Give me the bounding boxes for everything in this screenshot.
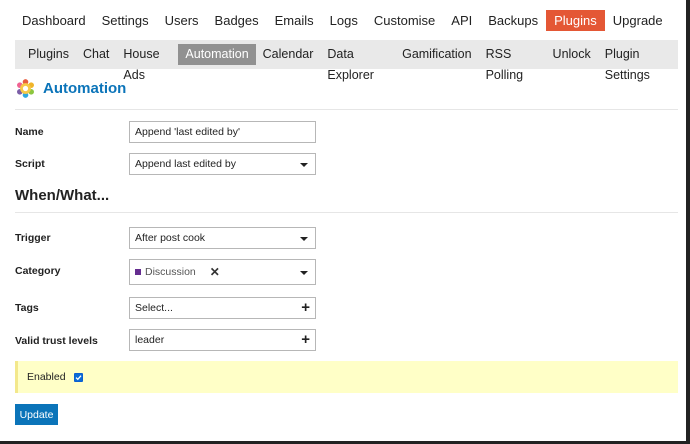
category-select[interactable]: Discussion ✕ — [129, 259, 316, 285]
checkmark-icon — [75, 374, 82, 380]
gear-icon — [17, 79, 34, 98]
update-button[interactable]: Update — [15, 404, 58, 425]
subnav-chat[interactable]: Chat — [76, 44, 116, 65]
trust-levels-label: Valid trust levels — [15, 335, 98, 347]
trust-levels-value: leader — [135, 334, 165, 346]
subnav-gamification[interactable]: Gamification — [395, 44, 478, 65]
subnav-calendar[interactable]: Calendar — [256, 44, 321, 65]
trigger-value: After post cook — [135, 232, 206, 244]
name-label: Name — [15, 126, 44, 138]
header-divider — [15, 109, 678, 110]
trigger-label: Trigger — [15, 232, 51, 244]
nav-settings[interactable]: Settings — [94, 10, 157, 31]
nav-plugins[interactable]: Plugins — [546, 10, 605, 31]
enabled-label: Enabled — [27, 371, 66, 383]
nav-backups[interactable]: Backups — [480, 10, 546, 31]
enabled-row: Enabled — [15, 361, 678, 393]
plugins-sub-nav: Plugins Chat House Ads Automation Calend… — [15, 40, 678, 82]
enabled-checkbox[interactable] — [73, 372, 83, 382]
window-frame-right — [686, 0, 690, 444]
page-title: Automation — [43, 80, 127, 97]
nav-users[interactable]: Users — [157, 10, 207, 31]
chevron-down-icon — [300, 237, 308, 241]
subnav-unlock[interactable]: Unlock — [546, 44, 598, 65]
plus-icon: + — [301, 299, 310, 316]
tags-placeholder: Select... — [135, 302, 173, 314]
subnav-automation[interactable]: Automation — [178, 44, 256, 65]
trust-levels-select[interactable]: leader + — [129, 329, 316, 351]
remove-chip-icon[interactable]: ✕ — [210, 265, 220, 279]
subnav-house-ads[interactable]: House Ads — [116, 44, 178, 82]
tags-label: Tags — [15, 302, 39, 314]
nav-dashboard[interactable]: Dashboard — [15, 10, 94, 31]
subnav-plugin-settings[interactable]: Plugin Settings — [598, 44, 678, 82]
nav-api[interactable]: API — [443, 10, 480, 31]
name-value: Append 'last edited by' — [135, 126, 240, 138]
nav-customise[interactable]: Customise — [366, 10, 443, 31]
script-label: Script — [15, 158, 45, 170]
category-label: Category — [15, 265, 61, 277]
chevron-down-icon — [300, 271, 308, 275]
category-color-swatch — [135, 269, 141, 275]
admin-top-nav: Dashboard Settings Users Badges Emails L… — [15, 10, 671, 31]
plus-icon: + — [301, 331, 310, 348]
subnav-data-explorer[interactable]: Data Explorer — [320, 44, 395, 82]
nav-badges[interactable]: Badges — [207, 10, 267, 31]
name-field[interactable]: Append 'last edited by' — [129, 121, 316, 143]
nav-upgrade[interactable]: Upgrade — [605, 10, 671, 31]
nav-logs[interactable]: Logs — [322, 10, 366, 31]
tags-select[interactable]: Select... + — [129, 297, 316, 319]
subnav-plugins[interactable]: Plugins — [21, 44, 76, 65]
category-chip: Discussion — [145, 266, 196, 278]
section-divider — [15, 212, 678, 213]
page-header: Automation — [15, 78, 126, 99]
trigger-select[interactable]: After post cook — [129, 227, 316, 249]
subnav-rss-polling[interactable]: RSS Polling — [479, 44, 546, 82]
nav-emails[interactable]: Emails — [267, 10, 322, 31]
section-heading: When/What... — [15, 187, 110, 204]
script-value: Append last edited by — [135, 158, 236, 170]
script-select[interactable]: Append last edited by — [129, 153, 316, 175]
chevron-down-icon — [300, 163, 308, 167]
